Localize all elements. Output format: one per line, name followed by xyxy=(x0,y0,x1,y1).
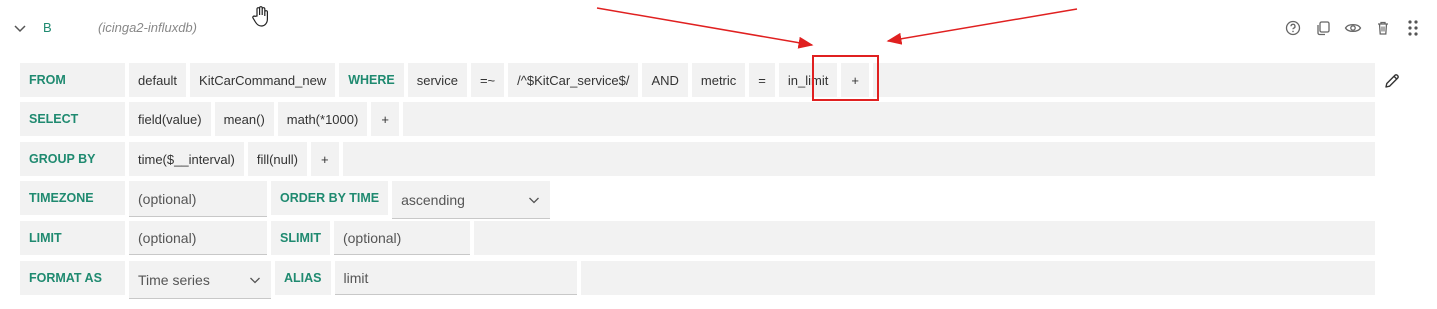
math-segment[interactable]: math(*1000) xyxy=(277,102,368,136)
from-row-filler xyxy=(872,63,1375,97)
alias-input[interactable]: limit xyxy=(334,261,577,295)
timezone-label: TIMEZONE xyxy=(20,181,125,215)
order-by-time-label: ORDER BY TIME xyxy=(271,181,389,215)
groupby-label: GROUP BY xyxy=(20,142,125,176)
field-segment[interactable]: field(value) xyxy=(129,102,211,136)
select-row-filler xyxy=(402,102,1375,136)
format-row-filler xyxy=(580,261,1375,295)
format-select-value: Time series xyxy=(138,271,210,288)
limit-row-filler xyxy=(473,221,1375,255)
chevron-down-icon xyxy=(527,193,541,207)
tag-key-service[interactable]: service xyxy=(407,63,467,97)
tag-operator-equals[interactable]: = xyxy=(749,63,775,97)
order-select[interactable]: ascending xyxy=(392,181,551,219)
order-select-value: ascending xyxy=(401,191,465,208)
timezone-input[interactable]: (optional) xyxy=(129,181,267,217)
tag-key-metric[interactable]: metric xyxy=(691,63,746,97)
select-row: SELECT field(value) mean() math(*1000) + xyxy=(20,102,1375,136)
retention-policy-segment[interactable]: default xyxy=(129,63,187,97)
limit-row: LIMIT (optional) SLIMIT (optional) xyxy=(20,221,1375,255)
aggregation-segment[interactable]: mean() xyxy=(214,102,274,136)
slimit-label: SLIMIT xyxy=(271,221,330,255)
groupby-row-filler xyxy=(342,142,1375,176)
limit-label: LIMIT xyxy=(20,221,125,255)
select-label: SELECT xyxy=(20,102,125,136)
timezone-row: TIMEZONE (optional) ORDER BY TIME ascend… xyxy=(20,181,1375,219)
add-select-button[interactable]: + xyxy=(371,102,399,136)
annotation-arrows xyxy=(596,7,1078,49)
pencil-icon[interactable] xyxy=(1382,71,1402,91)
slimit-input[interactable]: (optional) xyxy=(333,221,470,255)
fill-segment[interactable]: fill(null) xyxy=(247,142,307,176)
highlight-box xyxy=(812,55,879,101)
format-select[interactable]: Time series xyxy=(129,261,271,299)
measurement-segment[interactable]: KitCarCommand_new xyxy=(190,63,336,97)
from-label: FROM xyxy=(20,63,125,97)
from-row: FROM default KitCarCommand_new WHERE ser… xyxy=(20,63,1375,97)
alias-label: ALIAS xyxy=(275,261,331,295)
where-label: WHERE xyxy=(339,63,404,97)
format-row: FORMAT AS Time series ALIAS limit xyxy=(20,261,1375,299)
time-interval-segment[interactable]: time($__interval) xyxy=(129,142,244,176)
chevron-down-icon xyxy=(248,273,262,287)
condition-and[interactable]: AND xyxy=(642,63,688,97)
format-as-label: FORMAT AS xyxy=(20,261,125,295)
limit-input[interactable]: (optional) xyxy=(129,221,267,255)
add-groupby-button[interactable]: + xyxy=(311,142,339,176)
groupby-row: GROUP BY time($__interval) fill(null) + xyxy=(20,142,1375,176)
tag-operator-regex[interactable]: =~ xyxy=(470,63,505,97)
tag-value-service[interactable]: /^$KitCar_service$/ xyxy=(508,63,639,97)
